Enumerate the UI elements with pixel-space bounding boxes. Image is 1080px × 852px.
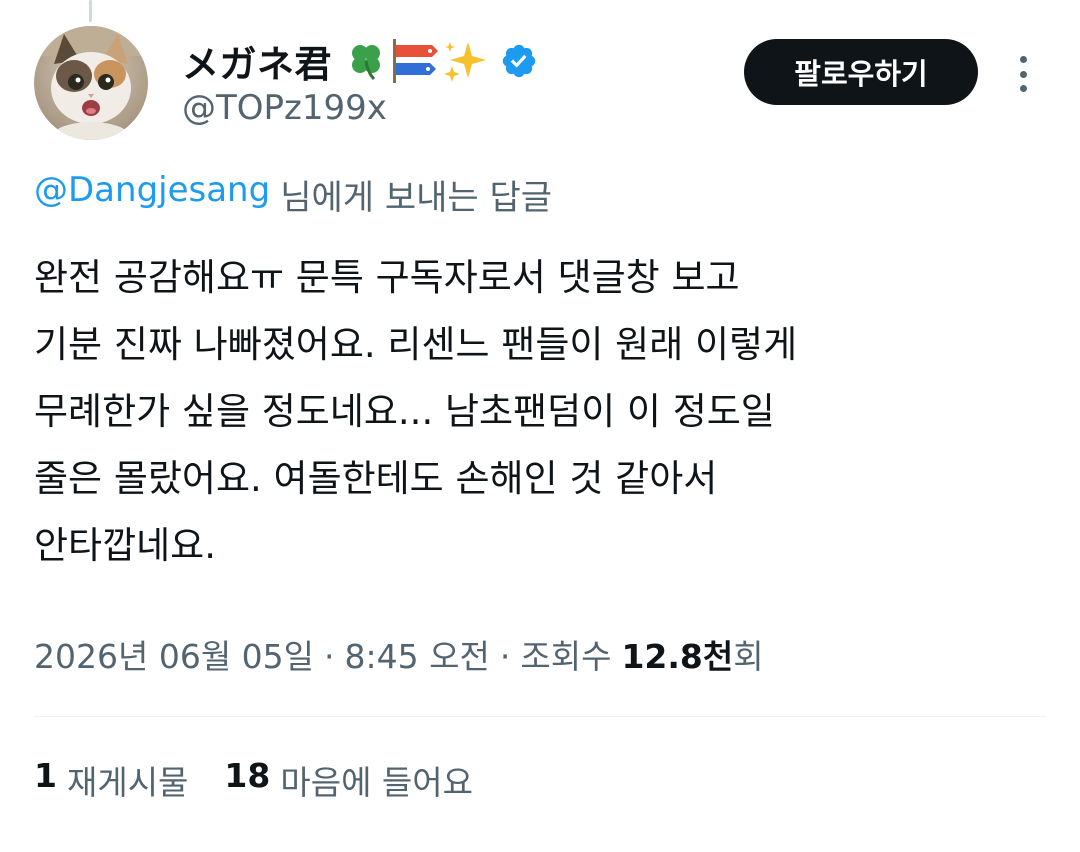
reposts-label: 재게시물 (66, 763, 189, 802)
replying-to: @Dangjesang 님에게 보내는 답글 (34, 170, 552, 219)
meta-separator: · (324, 637, 335, 676)
more-dot (1019, 56, 1027, 63)
tweet-text-line: 완전 공감해요ㅠ 문특 구독자로서 댓글창 보고 (34, 256, 740, 299)
author-name-row: メガネ君 (182, 36, 538, 86)
tweet-detail: メガネ君 @TOPz199x 팔로우하기 @Dangjesang 님에게 보내는… (0, 0, 1080, 852)
carp-streamer-icon (393, 39, 438, 83)
reposts-stat[interactable]: 1 재게시물 (34, 756, 188, 804)
tweet-text-line: 기분 진짜 나빠졌어요. 리센느 팬들이 원래 이렇게 (34, 323, 798, 366)
reposts-count: 1 (34, 756, 57, 795)
views-count[interactable]: 12.8천 (621, 630, 733, 678)
reply-mention-link[interactable]: @Dangjesang (34, 170, 270, 219)
cat-avatar-image (34, 26, 148, 140)
tweet-date[interactable]: 2026년 06월 05일 (34, 630, 314, 678)
likes-stat[interactable]: 18 마음에 들어요 (224, 756, 473, 804)
meta-separator: · (499, 637, 511, 676)
tweet-time[interactable]: 8:45 오전 (345, 630, 490, 678)
four-leaf-clover-icon (352, 45, 380, 81)
tweet-metadata: 2026년 06월 05일 · 8:45 오전 · 조회수 12.8천 회 (34, 630, 764, 678)
tweet-text-line: 무례한가 싶을 정도네요... 남초팬덤이 이 정도일 (34, 390, 775, 433)
follow-button[interactable]: 팔로우하기 (744, 39, 978, 105)
likes-label: 마음에 들어요 (280, 763, 474, 802)
more-dot (1019, 70, 1027, 78)
more-options-icon[interactable] (1008, 52, 1038, 96)
author-handle[interactable]: @TOPz199x (182, 88, 387, 128)
engagement-stats: 1 재게시물 18 마음에 들어요 (34, 756, 473, 804)
divider (34, 716, 1046, 717)
sparkles-icon (444, 42, 486, 82)
thread-connector-line (89, 0, 92, 22)
verified-badge-icon[interactable] (500, 42, 538, 80)
tweet-text: 완전 공감해요ㅠ 문특 구독자로서 댓글창 보고 기분 진짜 나빠졌어요. 리센… (34, 244, 1044, 579)
name-emoji-icons (344, 37, 488, 85)
more-dot (1019, 85, 1027, 92)
tweet-text-line: 안타깝네요. (34, 524, 216, 567)
tweet-text-line: 줄은 몰랐어요. 여돌한테도 손해인 것 같아서 (34, 457, 718, 500)
views-label: 조회수 (520, 637, 612, 676)
avatar[interactable] (34, 26, 148, 140)
likes-count: 18 (224, 756, 271, 795)
reply-to-label: 님에게 보내는 답글 (280, 178, 553, 218)
author-display-name[interactable]: メガネ君 (182, 34, 332, 88)
views-unit: 회 (733, 637, 764, 676)
